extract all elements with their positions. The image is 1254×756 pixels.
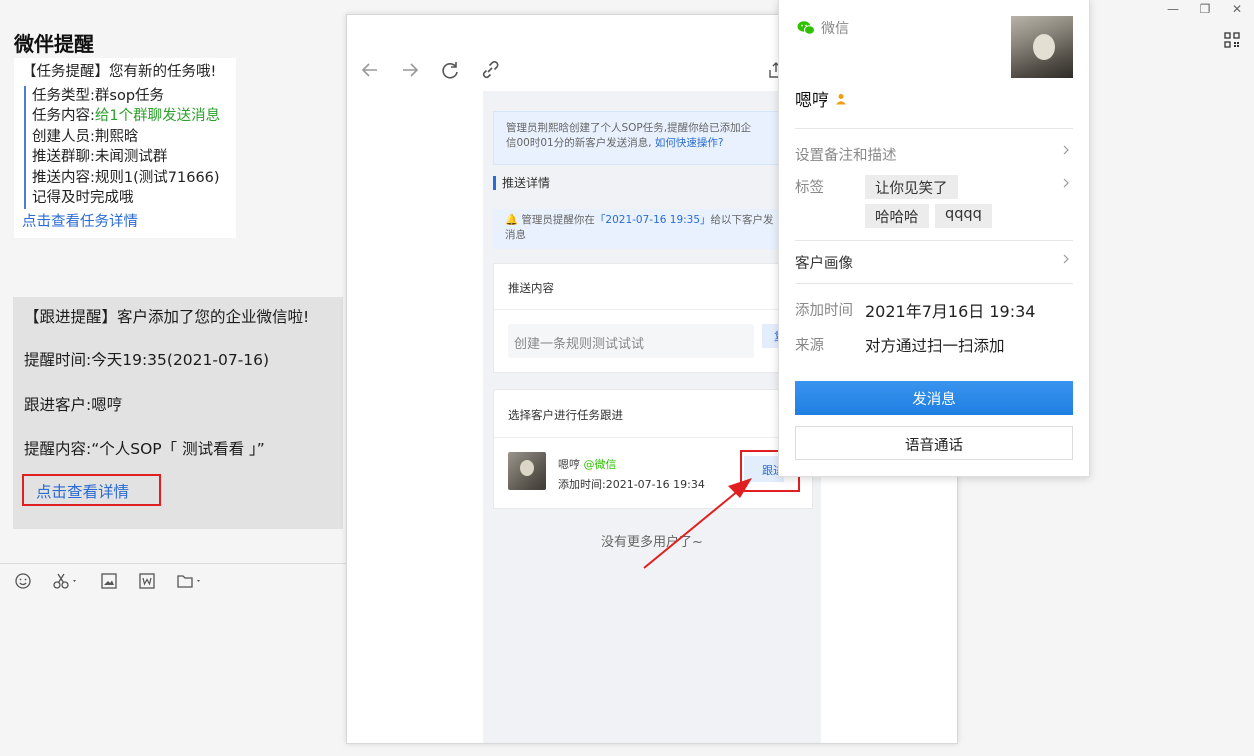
task-detail-link[interactable]: 点击查看任务详情	[22, 212, 228, 233]
push-content-card: 推送内容 创建一条规则测试试试 复制	[493, 263, 814, 373]
portrait-row[interactable]: 客户画像	[795, 252, 853, 273]
task-reminder-text: 记得及时完成哦	[32, 190, 134, 206]
word-icon[interactable]	[138, 572, 156, 590]
task-header: 【任务提醒】您有新的任务哦!	[22, 64, 217, 80]
emoji-icon[interactable]	[14, 572, 32, 590]
customer-avatar	[508, 452, 546, 490]
profile-name: 嗯哼	[795, 86, 847, 111]
separator	[795, 283, 1073, 284]
close-icon[interactable]: ✕	[1230, 2, 1244, 16]
folder-icon[interactable]	[176, 572, 204, 590]
source-value: 对方通过扫一扫添加	[865, 337, 1005, 355]
added-time-value: 2021年7月16日 19:34	[865, 302, 1036, 321]
send-message-button[interactable]: 发消息	[795, 381, 1073, 415]
task-details: 任务类型:群sop任务 任务内容:给1个群聊发送消息 创建人员:荆熙晗 推送群聊…	[24, 85, 228, 209]
input-divider	[0, 563, 346, 564]
select-customer-card: 选择客户进行任务跟进 嗯哼 @微信 添加时间:2021-07-16 19:34 …	[493, 389, 813, 509]
push-content-title: 推送内容	[494, 264, 812, 310]
remark-row[interactable]: 设置备注和描述	[795, 144, 897, 165]
task-reminder-message: 【任务提醒】您有新的任务哦! 任务类型:群sop任务 任务内容:给1个群聊发送消…	[14, 58, 236, 238]
source-label: 来源	[795, 338, 824, 354]
scissors-icon[interactable]	[52, 572, 80, 590]
tag-item: qqqq	[935, 204, 992, 228]
customer-profile-panel: 微信 嗯哼 设置备注和描述 标签 让你见笑了 哈哈哈 qqqq 客户画像 添加时…	[778, 0, 1090, 477]
task-type-row: 任务类型:群sop任务	[32, 87, 165, 104]
chevron-right-icon[interactable]	[1061, 145, 1071, 155]
followup-customer: 跟进客户:嗯哼	[24, 396, 123, 414]
refresh-icon[interactable]	[439, 59, 461, 81]
push-content-text: 创建一条规则测试试试	[508, 324, 754, 358]
input-toolbar	[14, 572, 204, 590]
customer-added-time: 添加时间:2021-07-16 19:34	[558, 478, 705, 491]
separator	[795, 240, 1073, 241]
link-icon[interactable]	[479, 59, 501, 81]
no-more-users: 没有更多用户了~	[601, 535, 703, 550]
push-details-title: 推送详情	[493, 176, 550, 190]
restore-icon[interactable]: ❐	[1198, 2, 1212, 16]
chevron-right-icon[interactable]	[1061, 254, 1071, 264]
select-customer-title: 选择客户进行任务跟进	[494, 390, 812, 438]
tag-item: 哈哈哈	[865, 204, 929, 228]
window-controls: — ❐ ✕	[1166, 2, 1244, 16]
person-icon	[836, 93, 846, 104]
bell-icon: 🔔	[505, 214, 519, 226]
minimize-icon[interactable]: —	[1166, 2, 1180, 16]
tags-label: 标签	[795, 180, 824, 196]
followup-time: 提醒时间:今天19:35(2021-07-16)	[24, 351, 270, 369]
chevron-right-icon[interactable]	[1061, 178, 1071, 188]
quick-guide-link[interactable]: 如何快速操作?	[655, 137, 724, 149]
chat-title: 微伴提醒	[14, 32, 94, 56]
task-group-row: 推送群聊:未闻测试群	[32, 149, 168, 165]
profile-source: 微信	[797, 18, 849, 38]
separator	[795, 128, 1073, 129]
customer-name-row: 嗯哼 @微信	[558, 458, 617, 471]
back-icon[interactable]	[359, 59, 381, 81]
wechat-icon	[797, 21, 815, 35]
added-time-label: 添加时间	[795, 303, 853, 319]
tag-item: 让你见笑了	[865, 175, 958, 199]
voice-call-button[interactable]: 语音通话	[795, 426, 1073, 460]
task-content-row: 任务内容:给1个群聊发送消息	[32, 108, 221, 124]
task-creator-row: 创建人员:荆熙晗	[32, 128, 139, 145]
followup-header: 【跟进提醒】客户添加了您的企业微信啦!	[24, 308, 310, 326]
task-push-row: 推送内容:规则1(测试71666)	[32, 169, 220, 186]
image-icon[interactable]	[100, 572, 118, 590]
forward-icon[interactable]	[399, 59, 421, 81]
profile-photo[interactable]	[1011, 16, 1073, 78]
reminder-tip: 🔔 管理员提醒你在「2021-07-16 19:35」给以下客户发 消息	[493, 209, 811, 249]
followup-detail-link[interactable]: 点击查看详情	[22, 474, 161, 506]
grid-icon[interactable]	[1224, 32, 1240, 48]
followup-content: 提醒内容:“个人SOP「 测试看看 」”	[24, 440, 265, 458]
mini-content: 管理员荆熙晗创建了个人SOP任务,提醒你给已添加企 信00时01分的新客户发送消…	[483, 91, 821, 743]
admin-tip: 管理员荆熙晗创建了个人SOP任务,提醒你给已添加企 信00时01分的新客户发送消…	[493, 111, 811, 165]
followup-reminder-message: 【跟进提醒】客户添加了您的企业微信啦! 提醒时间:今天19:35(2021-07…	[13, 297, 343, 529]
mini-nav-bar	[359, 59, 501, 81]
